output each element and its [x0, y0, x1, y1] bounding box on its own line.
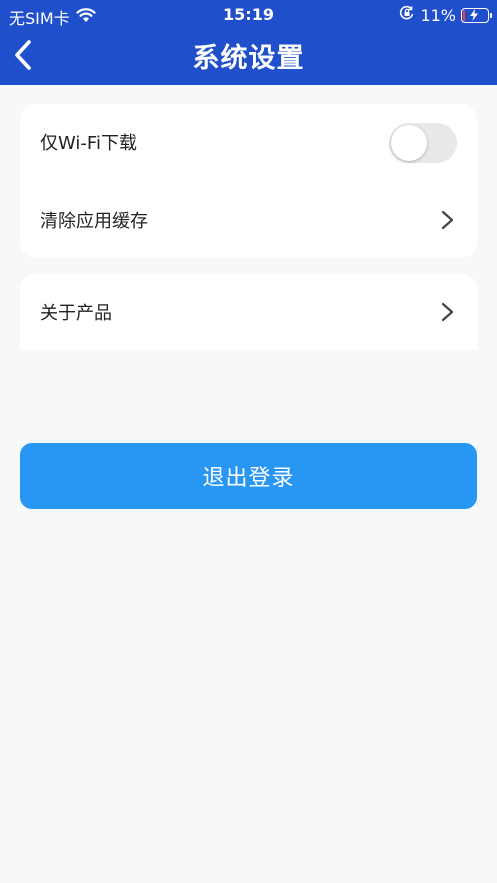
- about-product-label: 关于产品: [40, 303, 112, 324]
- logout-button[interactable]: 退出登录: [20, 443, 477, 509]
- wifi-only-download-row: 仅Wi-Fi下载: [20, 104, 477, 180]
- battery-icon: [461, 7, 492, 23]
- orientation-lock-icon: [399, 5, 415, 25]
- settings-card: 仅Wi-Fi下载 清除应用缓存: [20, 104, 477, 258]
- charging-bolt-icon: [470, 8, 478, 21]
- wifi-only-download-toggle[interactable]: [389, 123, 457, 163]
- status-bar: 无SIM卡 15:19 11%: [0, 0, 497, 28]
- nav-bar: 系统设置: [0, 28, 497, 85]
- header: 无SIM卡 15:19 11% 系统设置: [0, 0, 497, 85]
- about-product-row[interactable]: 关于产品: [20, 274, 477, 350]
- battery-cap: [490, 12, 492, 18]
- clear-cache-label: 清除应用缓存: [40, 211, 148, 232]
- status-right: 11%: [399, 5, 492, 25]
- battery-level: [463, 9, 465, 21]
- page-title: 系统设置: [192, 43, 305, 74]
- wifi-only-download-label: 仅Wi-Fi下载: [40, 133, 137, 154]
- chevron-right-icon: [441, 210, 454, 230]
- clear-cache-row[interactable]: 清除应用缓存: [20, 182, 477, 258]
- toggle-knob: [391, 125, 427, 161]
- about-card: 关于产品: [20, 274, 477, 350]
- battery-percent: 11%: [420, 5, 456, 25]
- chevron-right-icon: [441, 302, 454, 322]
